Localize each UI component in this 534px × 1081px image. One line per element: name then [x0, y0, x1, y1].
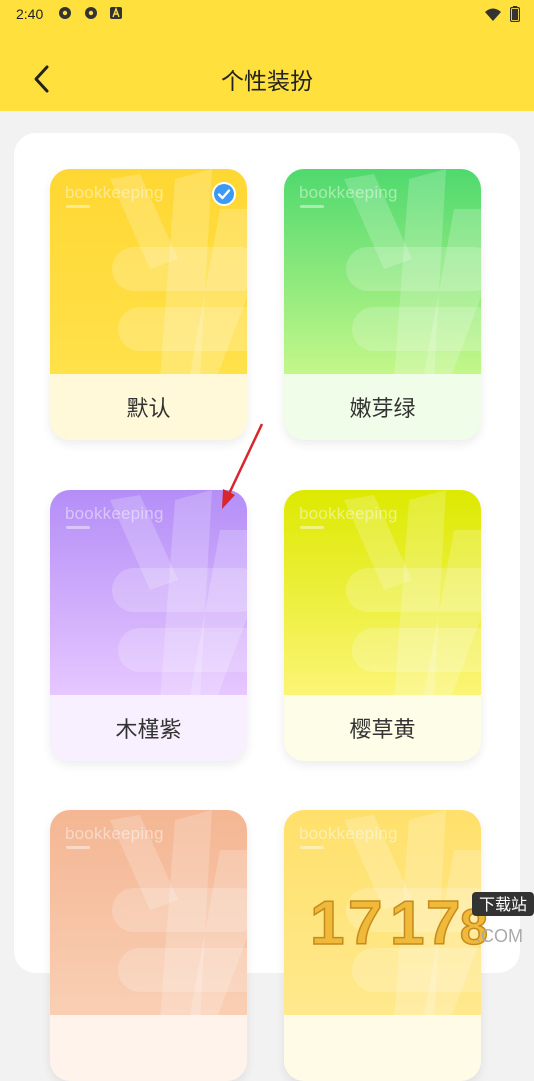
card-brand-text: bookkeeping — [299, 183, 398, 202]
card-theme-5[interactable]: bookkeeping — [50, 810, 247, 1081]
svg-text:7: 7 — [348, 889, 382, 950]
svg-text:1: 1 — [390, 889, 424, 950]
status-time: 2:40 — [16, 6, 44, 22]
card-default[interactable]: bookkeeping 默认 — [50, 169, 247, 440]
theme-name — [50, 1015, 247, 1081]
svg-text:7: 7 — [426, 889, 460, 950]
theme-preview: bookkeeping — [284, 169, 481, 374]
watermark: 17178 下载站 .COM — [309, 862, 534, 959]
card-brand-text: bookkeeping — [299, 824, 398, 843]
theme-name: 樱草黄 — [349, 718, 416, 743]
battery-icon — [509, 6, 521, 23]
theme-name: 嫩芽绿 — [349, 397, 416, 422]
status-right-icons — [484, 6, 521, 25]
card-brand-text: bookkeeping — [65, 824, 164, 843]
brand-underline — [66, 205, 90, 208]
theme-name: 默认 — [126, 397, 171, 422]
theme-preview: bookkeeping — [284, 490, 481, 695]
status-bar: 2:40 — [0, 0, 534, 28]
brand-underline — [300, 526, 324, 529]
card-primrose-yellow[interactable]: bookkeeping 樱草黄 — [284, 490, 481, 761]
theme-preview: bookkeeping — [50, 490, 247, 695]
theme-name: 木槿紫 — [115, 718, 182, 743]
watermark-site-text: 下载站 — [479, 895, 527, 914]
theme-preview: bookkeeping — [50, 810, 247, 1015]
svg-text:1: 1 — [310, 889, 344, 950]
card-brand-text: bookkeeping — [65, 183, 164, 202]
brand-underline — [66, 846, 90, 849]
svg-text:.COM: .COM — [476, 926, 523, 946]
brand-underline — [300, 846, 324, 849]
font-notification-icon — [110, 7, 122, 19]
card-sprout-green[interactable]: bookkeeping 嫩芽绿 — [284, 169, 481, 440]
app-notification-icon — [59, 7, 71, 19]
card-brand-text: bookkeeping — [299, 504, 398, 523]
selected-check-icon — [212, 182, 236, 206]
card-hibiscus-purple[interactable]: bookkeeping 木槿紫 — [50, 490, 247, 761]
app-notification-icon-2 — [85, 7, 97, 19]
brand-underline — [66, 526, 90, 529]
brand-underline — [300, 205, 324, 208]
theme-name — [284, 1015, 481, 1081]
card-brand-text: bookkeeping — [65, 504, 164, 523]
page-title: 个性装扮 — [221, 69, 313, 95]
wifi-icon — [485, 8, 502, 21]
theme-preview: bookkeeping — [50, 169, 247, 374]
